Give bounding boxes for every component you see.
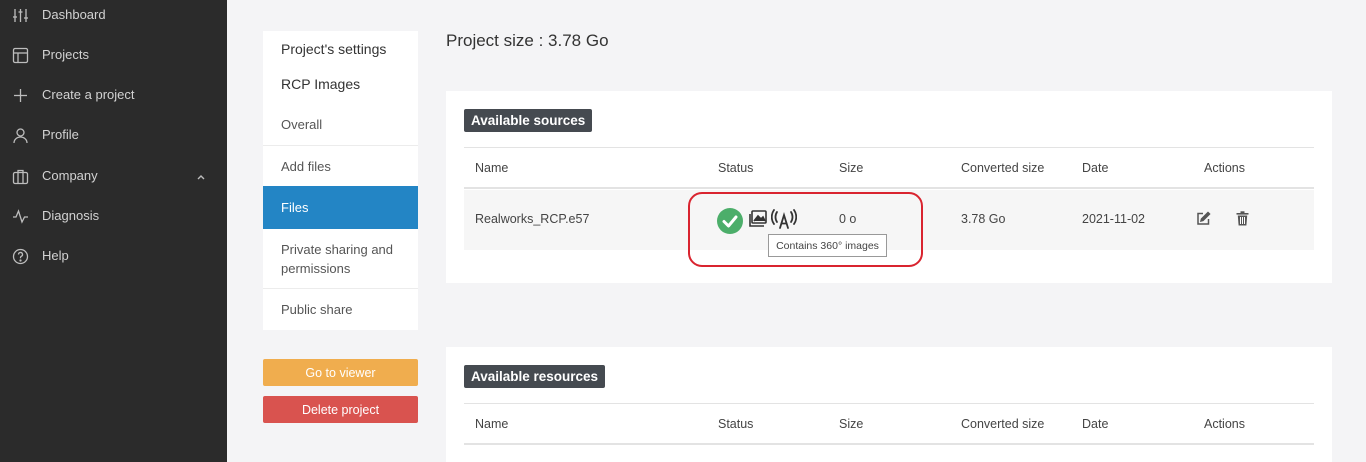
annotation-highlight bbox=[688, 192, 923, 267]
resources-title: Available resources bbox=[464, 365, 606, 388]
settings-title: Project's settings bbox=[281, 41, 387, 57]
sources-title: Available sources bbox=[464, 109, 593, 132]
sidebar-item-company[interactable]: Company bbox=[0, 161, 227, 191]
sliders-icon bbox=[12, 7, 29, 24]
sidebar-item-help[interactable]: Help bbox=[0, 241, 227, 271]
edit-icon[interactable] bbox=[1196, 211, 1211, 226]
column-header-date: Date bbox=[1082, 161, 1109, 175]
resources-table-header: Name Status Size Converted size Date Act… bbox=[464, 403, 1314, 445]
column-header-status: Status bbox=[718, 417, 754, 431]
sidebar-item-dashboard[interactable]: Dashboard bbox=[0, 0, 227, 30]
trash-icon[interactable] bbox=[1236, 211, 1249, 226]
source-date: 2021-11-02 bbox=[1082, 212, 1146, 226]
user-icon bbox=[12, 127, 29, 144]
sidebar-item-label: Company bbox=[42, 168, 98, 183]
help-circle-icon bbox=[12, 248, 29, 265]
column-header-date: Date bbox=[1082, 417, 1109, 431]
sidebar-item-profile[interactable]: Profile bbox=[0, 120, 227, 150]
sidebar-item-create-project[interactable]: Create a project bbox=[0, 80, 227, 110]
project-size: Project size : 3.78 Go bbox=[446, 31, 609, 50]
menu-item-overall[interactable]: Overall bbox=[263, 104, 418, 145]
sidebar-item-label: Create a project bbox=[42, 87, 135, 102]
settings-menu: Project's settings RCP Images Overall Ad… bbox=[263, 31, 418, 330]
column-header-size: Size bbox=[839, 417, 864, 431]
menu-item-private-sharing[interactable]: Private sharing and permissions bbox=[263, 229, 418, 288]
sidebar-item-label: Dashboard bbox=[42, 7, 106, 22]
column-header-size: Size bbox=[839, 161, 864, 175]
column-header-name: Name bbox=[475, 417, 509, 431]
resources-card: Available resources Name Status Size Con… bbox=[446, 347, 1332, 462]
sidebar-item-diagnosis[interactable]: Diagnosis bbox=[0, 201, 227, 231]
sidebar-item-label: Diagnosis bbox=[42, 208, 100, 223]
go-to-viewer-button[interactable]: Go to viewer bbox=[263, 359, 418, 386]
activity-icon bbox=[12, 208, 29, 225]
menu-item-public-share[interactable]: Public share bbox=[263, 288, 418, 330]
sidebar-item-label: Projects bbox=[42, 47, 89, 62]
column-header-actions: Actions bbox=[1204, 417, 1245, 431]
sidebar: Dashboard Projects Create a project Prof… bbox=[0, 0, 227, 462]
sources-table-header: Name Status Size Converted size Date Act… bbox=[464, 147, 1314, 189]
menu-item-files[interactable]: Files bbox=[263, 186, 418, 229]
sidebar-item-label: Help bbox=[42, 248, 69, 263]
sidebar-item-projects[interactable]: Projects bbox=[0, 40, 227, 70]
delete-project-button[interactable]: Delete project bbox=[263, 396, 418, 423]
briefcase-icon bbox=[12, 168, 29, 185]
column-header-converted-size: Converted size bbox=[961, 417, 1045, 431]
sidebar-item-label: Profile bbox=[42, 127, 79, 142]
column-header-converted-size: Converted size bbox=[961, 161, 1045, 175]
chevron-up-icon bbox=[196, 170, 206, 180]
plus-icon bbox=[12, 87, 29, 104]
source-name: Realworks_RCP.e57 bbox=[475, 212, 590, 226]
layout-icon bbox=[12, 47, 29, 64]
source-converted-size: 3.78 Go bbox=[961, 212, 1006, 226]
column-header-actions: Actions bbox=[1204, 161, 1245, 175]
settings-subtitle: RCP Images bbox=[281, 76, 361, 92]
column-header-name: Name bbox=[475, 161, 509, 175]
menu-item-add-files[interactable]: Add files bbox=[263, 145, 418, 186]
column-header-status: Status bbox=[718, 161, 754, 175]
